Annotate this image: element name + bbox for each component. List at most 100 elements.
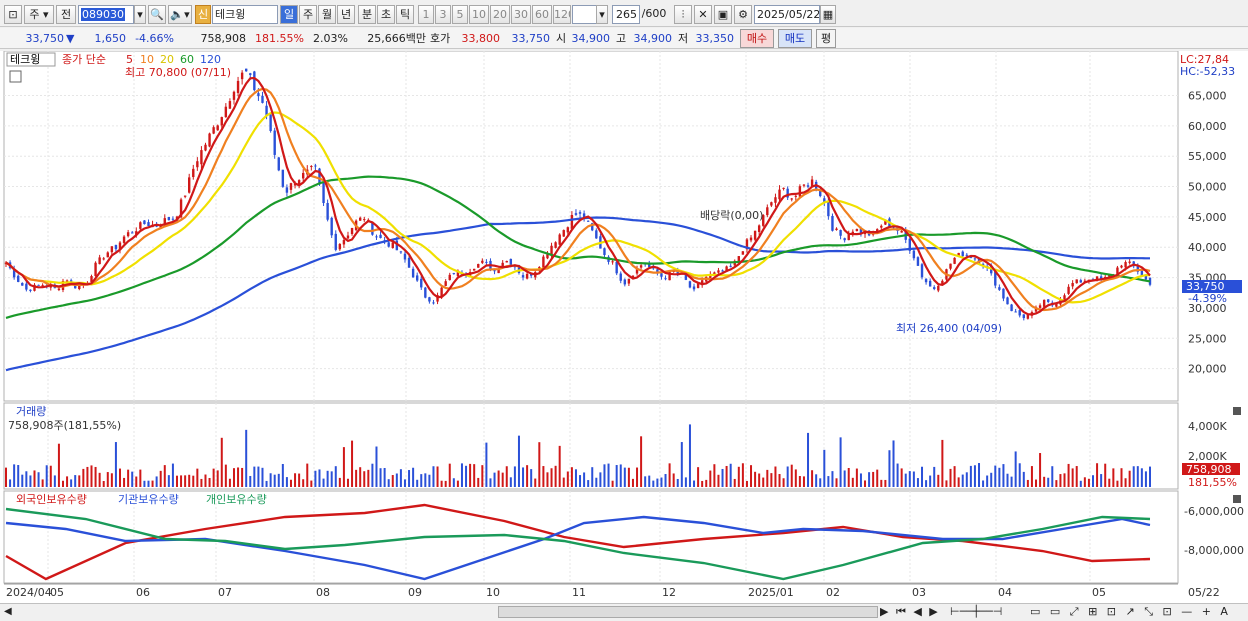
turnover: 2.03% — [313, 32, 348, 45]
candle-body — [253, 71, 256, 91]
search-icon[interactable]: 🔍 — [148, 5, 166, 24]
volume-bar — [566, 471, 569, 487]
chart-area[interactable]: 테크윙 종가 단순 5 10 20 60 120 최고 70,800 (07/1… — [0, 50, 1248, 603]
volume-bar — [1100, 474, 1103, 487]
volume-bar — [1096, 463, 1099, 487]
volume-bar — [1136, 466, 1139, 487]
volume-bar — [542, 466, 545, 487]
bid: 33,800 — [461, 32, 501, 45]
zoom-slider-icon[interactable]: ⊢──┼──⊣ — [950, 605, 1002, 618]
candle-body — [562, 230, 565, 237]
candle-body — [122, 236, 126, 243]
save-icon[interactable]: ▣ — [714, 5, 732, 24]
stock-name-field[interactable]: 테크윙 — [212, 5, 278, 24]
interval-20[interactable]: 20 — [490, 5, 510, 24]
period-minute[interactable]: 분 — [358, 5, 376, 24]
volume-bar — [513, 466, 516, 487]
grid-toggle-icon[interactable] — [9, 70, 22, 83]
volume-bar — [184, 475, 187, 487]
code-value: 089030 — [81, 8, 125, 21]
candle-body — [1006, 297, 1009, 305]
volume-bar — [990, 472, 993, 487]
buy-button[interactable]: 매수 — [740, 29, 774, 48]
bottom-scrollbar[interactable]: ◀ ▶ ⏮ ◀ ▶ ⊢──┼──⊣ ▭ ▭ ⤢ ⊞ ⊡ ↗ ⤡ ⊡ — + A — [0, 603, 1248, 621]
volume-bar — [37, 472, 40, 487]
code-input[interactable]: 089030 — [78, 5, 134, 24]
low-label: 저 — [678, 32, 689, 45]
period-month[interactable]: 월 — [318, 5, 336, 24]
period-tick[interactable]: 틱 — [396, 5, 414, 24]
volume-bar — [1132, 466, 1135, 487]
speaker-icon[interactable]: 🔈▾ — [168, 5, 192, 24]
candle-body — [196, 161, 199, 168]
scroll-thumb[interactable] — [498, 606, 878, 618]
volume-bar — [501, 472, 504, 487]
period-day[interactable]: 일 — [280, 5, 298, 24]
volume-bar — [477, 477, 480, 487]
sell-button[interactable]: 매도 — [778, 29, 812, 48]
calendar-icon[interactable]: ▦ — [820, 5, 836, 24]
volume-bar — [631, 478, 634, 487]
interval-120[interactable]: 120 — [553, 5, 571, 24]
flat-button[interactable]: 평 — [816, 29, 836, 48]
interval-3[interactable]: 3 — [435, 5, 451, 24]
holding-close-icon[interactable] — [1233, 495, 1241, 503]
draw-tools-icon[interactable]: ▭ ▭ ⤢ ⊞ ⊡ ↗ ⤡ ⊡ — + A — [1030, 605, 1231, 619]
prev-button[interactable]: 전 — [56, 5, 76, 24]
candle-body — [301, 172, 305, 179]
interval-5[interactable]: 5 — [452, 5, 468, 24]
interval-30[interactable]: 30 — [511, 5, 531, 24]
volume-bar — [554, 465, 557, 487]
period-week[interactable]: 주 — [299, 5, 317, 24]
market-select[interactable]: 주 ▾ — [24, 5, 54, 24]
volume-bar — [1059, 474, 1062, 487]
interval-1[interactable]: 1 — [418, 5, 434, 24]
playback-controls-icon[interactable]: ▶ ⏮ ◀ ▶ — [880, 605, 940, 619]
volume-bar — [941, 439, 944, 487]
volume-bar — [859, 473, 862, 487]
gear-icon[interactable]: ⚙ — [734, 5, 752, 24]
open: 34,900 — [571, 32, 611, 45]
candle-body — [835, 228, 838, 231]
volume-bar — [965, 472, 968, 487]
volume-bar — [408, 470, 411, 487]
date-input[interactable]: 2025/05/22 — [754, 5, 820, 24]
volume-bar — [733, 478, 736, 487]
volume-bar — [261, 467, 264, 487]
period-year[interactable]: 년 — [337, 5, 355, 24]
volume-bar — [583, 472, 586, 487]
volume-bar — [391, 475, 394, 487]
count-input[interactable]: 265 — [612, 5, 640, 24]
volume-bar — [1149, 466, 1151, 487]
volume-bar — [61, 480, 64, 487]
candle-body — [17, 275, 20, 282]
candle-body — [615, 261, 618, 274]
volume-bar — [228, 478, 231, 487]
volume-bar — [1124, 478, 1127, 487]
interval-60[interactable]: 60 — [532, 5, 552, 24]
volume-bar — [481, 465, 484, 487]
volume-bar — [45, 465, 48, 487]
volume-bar — [86, 466, 89, 487]
layout-icon[interactable]: ⊡ — [4, 5, 22, 24]
volume-close-icon[interactable] — [1233, 407, 1241, 415]
scroll-left-icon[interactable]: ◀ — [4, 606, 12, 617]
candle-body — [440, 287, 443, 297]
volume-ratio-label: 181,55% — [1188, 476, 1237, 489]
volume-bar — [599, 472, 602, 487]
candle-body — [664, 278, 667, 280]
candle-body — [660, 273, 663, 277]
crosshair-icon[interactable]: ✕ — [694, 5, 712, 24]
volume-bar — [298, 473, 301, 487]
candle-body — [25, 283, 28, 290]
candle-body — [688, 281, 692, 288]
code-dropdown-icon[interactable]: ▾ — [134, 5, 146, 24]
interval-dropdown-icon[interactable]: ▾ — [596, 5, 608, 24]
volume-bar — [395, 473, 398, 487]
candle-body — [216, 125, 219, 131]
volume-bar — [1030, 466, 1033, 487]
volume-bar — [13, 464, 16, 487]
interval-10[interactable]: 10 — [469, 5, 489, 24]
period-second[interactable]: 초 — [377, 5, 395, 24]
candle-icon[interactable]: ⫶ — [674, 5, 692, 24]
